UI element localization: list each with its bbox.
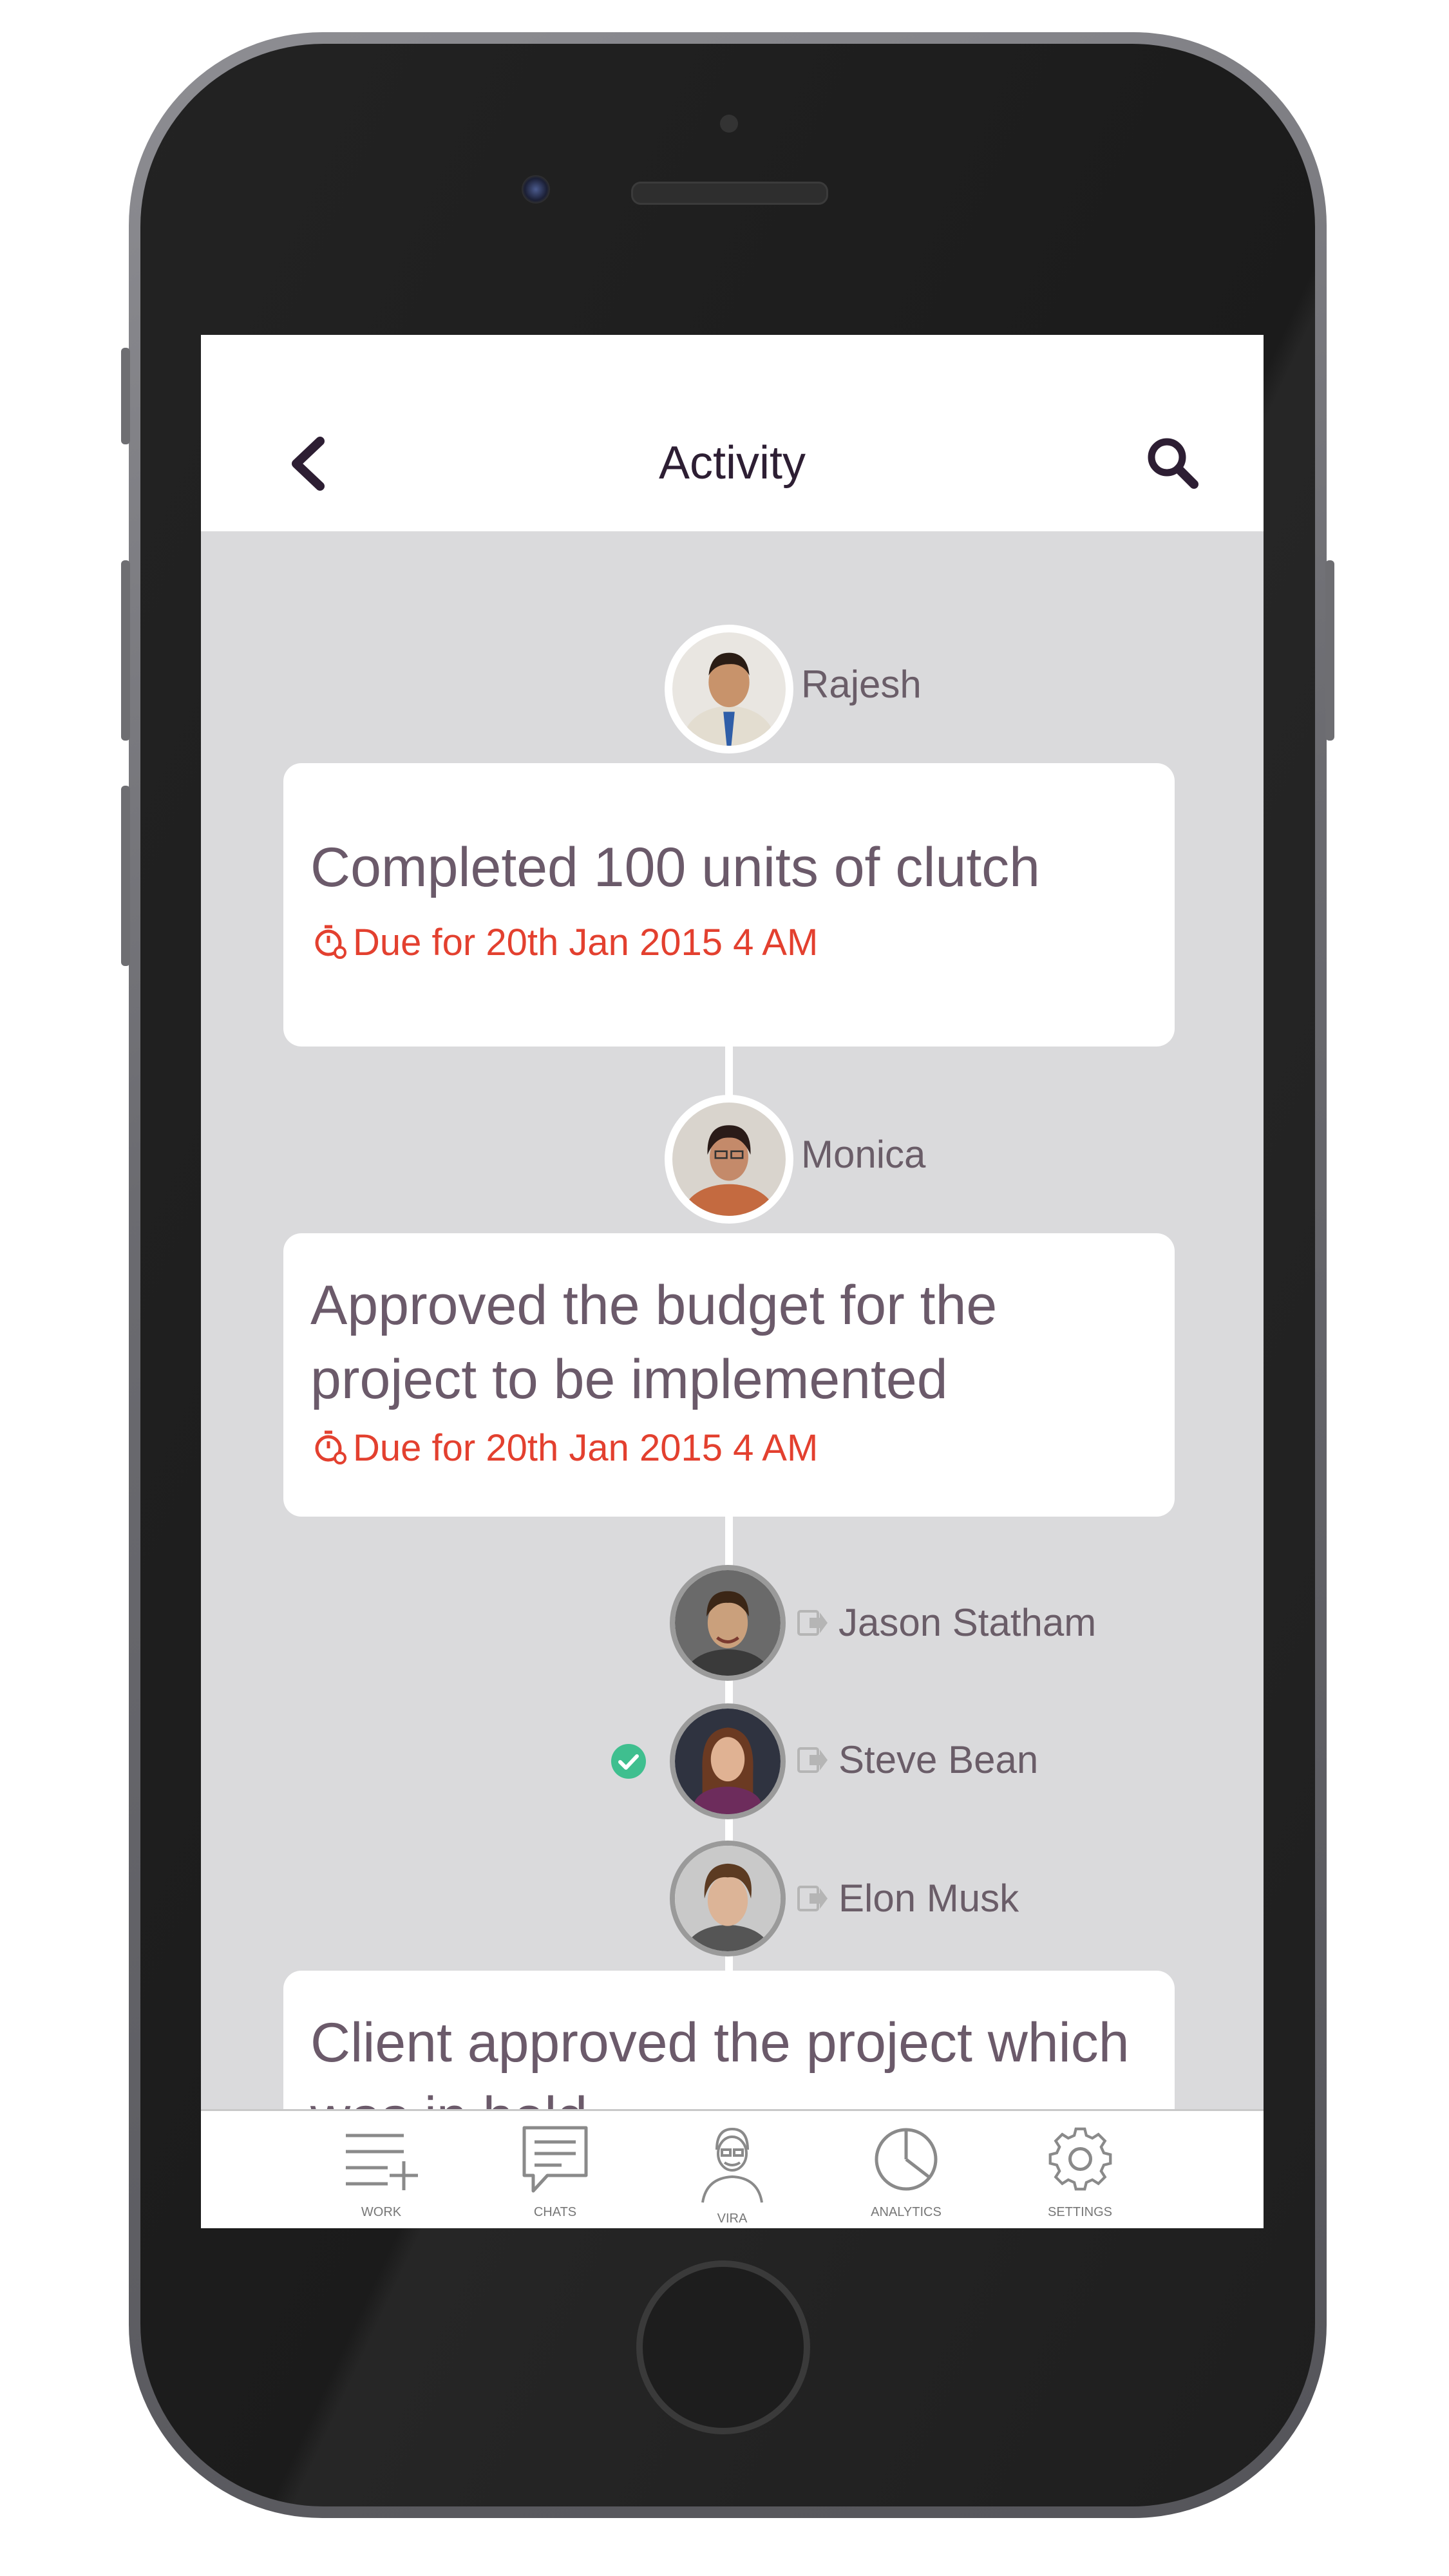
avatar[interactable] <box>670 1703 786 1819</box>
person-avatar-jason <box>675 1570 781 1676</box>
work-icon <box>346 2134 418 2190</box>
due-date-text: Due for 20th Jan 2015 4 AM <box>353 922 819 963</box>
vira-avatar-icon <box>701 2127 763 2203</box>
person-avatar-rajesh <box>672 632 786 746</box>
activity-user-name: Rajesh <box>801 663 922 706</box>
assignee-name: Steve Bean <box>838 1738 1039 1781</box>
due-date: Due for 20th Jan 2015 4 AM <box>310 921 818 964</box>
home-button[interactable] <box>636 2260 810 2434</box>
earpiece-speaker <box>631 182 828 205</box>
search-button[interactable] <box>1141 431 1206 496</box>
assignee-name: Jason Statham <box>838 1601 1097 1644</box>
person-avatar-monica <box>672 1103 786 1216</box>
volume-down-button <box>121 786 130 966</box>
avatar[interactable] <box>670 1841 786 1956</box>
assignee-name: Elon Musk <box>838 1877 1019 1920</box>
tab-label: WORK <box>361 2205 402 2219</box>
proximity-sensor <box>720 115 738 133</box>
app-screen: Activity Rajesh Completed 100 units of c… <box>201 335 1264 2228</box>
tab-chats[interactable]: CHATS <box>504 2123 607 2226</box>
activity-title-line: Client approved the project which <box>310 2012 1130 2074</box>
tab-label: SETTINGS <box>1047 2205 1112 2219</box>
due-date-text: Due for 20th Jan 2015 4 AM <box>353 1427 819 1469</box>
avatar[interactable] <box>665 625 793 753</box>
due-date: Due for 20th Jan 2015 4 AM <box>310 1426 818 1470</box>
tab-label: VIRA <box>717 2211 748 2226</box>
activity-user-name: Monica <box>801 1133 926 1176</box>
share-icon <box>797 1886 828 1911</box>
timer-icon <box>315 1430 346 1464</box>
tab-label: CHATS <box>533 2205 577 2219</box>
tab-settings[interactable]: SETTINGS <box>1028 2123 1132 2226</box>
avatar[interactable] <box>665 1095 793 1224</box>
activity-card[interactable]: Completed 100 units of clutch Due for 20… <box>283 763 1175 1046</box>
activity-title: Completed 100 units of clutch <box>310 837 1040 898</box>
chat-icon <box>522 2126 588 2193</box>
avatar[interactable] <box>670 1565 786 1681</box>
gear-icon <box>1048 2127 1112 2191</box>
activity-title-line: project to be implemented <box>310 1349 948 1410</box>
tab-label: ANALYTICS <box>871 2205 942 2219</box>
activity-card[interactable]: Approved the budget for the project to b… <box>283 1233 1175 1517</box>
tab-bar: WORK CHATS VIRA ANALYTICS SETTINGS <box>201 2109 1264 2228</box>
check-circle-icon <box>611 1744 646 1779</box>
front-camera <box>522 175 550 204</box>
pie-chart-icon <box>875 2128 937 2191</box>
nav-bar: Activity <box>201 335 1264 531</box>
activity-title-line: Approved the budget for the <box>310 1274 998 1336</box>
share-icon <box>797 1747 828 1773</box>
share-icon <box>797 1610 828 1636</box>
page-title: Activity <box>658 437 806 489</box>
tab-work[interactable]: WORK <box>330 2123 433 2226</box>
tab-vira[interactable]: VIRA <box>681 2123 784 2226</box>
mute-switch <box>121 348 130 444</box>
person-avatar-steve <box>675 1709 781 1814</box>
search-icon <box>1148 438 1198 489</box>
person-avatar-elon <box>675 1846 781 1951</box>
power-button <box>1325 560 1334 741</box>
tab-analytics[interactable]: ANALYTICS <box>855 2123 958 2226</box>
timer-icon <box>315 925 346 959</box>
volume-up-button <box>121 560 130 741</box>
